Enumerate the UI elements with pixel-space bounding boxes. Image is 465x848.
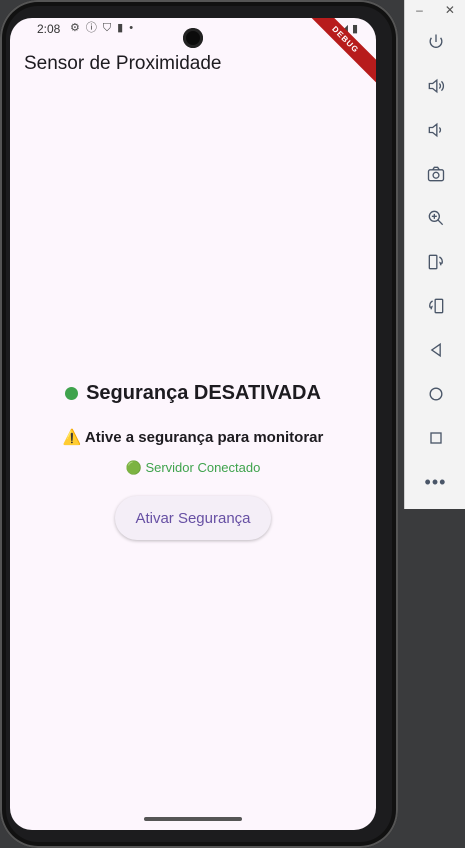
rotate-left-icon xyxy=(428,254,443,270)
phone-screen: 2:08 ⚙ ⓘ ⛉ ▮ • ▼ ◢ ▮ DEBUG Sensor de Pro… xyxy=(10,18,376,830)
home-icon xyxy=(429,387,442,401)
front-camera xyxy=(183,28,203,48)
security-status-row: Segurança DESATIVADA xyxy=(10,378,376,408)
volume-down-icon xyxy=(428,122,441,138)
zoom-icon xyxy=(428,210,443,226)
warning-message: ⚠️ Ative a segurança para monitorar xyxy=(62,429,324,446)
volume-up-icon xyxy=(428,78,444,94)
server-status: 🟢 Servidor Conectado xyxy=(125,460,261,475)
rotate-left-button[interactable] xyxy=(405,240,465,284)
rotate-right-icon xyxy=(428,298,443,314)
battery-icon: ▮ xyxy=(351,23,358,35)
emulator-toolbar: – ✕ ••• xyxy=(404,0,465,509)
zoom-button[interactable] xyxy=(405,196,465,240)
security-status-title: Segurança DESATIVADA xyxy=(86,381,321,404)
camera-icon xyxy=(427,166,444,182)
phone-frame: 2:08 ⚙ ⓘ ⛉ ▮ • ▼ ◢ ▮ DEBUG Sensor de Pro… xyxy=(0,0,398,848)
power-button[interactable] xyxy=(405,20,465,64)
info-icon: ⓘ xyxy=(85,22,97,34)
power-icon xyxy=(429,34,442,48)
close-icon[interactable]: ✕ xyxy=(445,3,455,17)
overview-button[interactable] xyxy=(405,416,465,460)
minimize-icon[interactable]: – xyxy=(416,3,423,17)
activate-security-button[interactable]: Ativar Segurança xyxy=(115,496,271,540)
status-time: 2:08 xyxy=(37,22,61,36)
back-icon xyxy=(430,342,441,358)
status-dot-icon xyxy=(65,386,79,400)
shield-icon: ⛉ xyxy=(102,22,112,34)
more-icon: ••• xyxy=(424,471,447,492)
dot-icon: • xyxy=(129,22,134,34)
app-title: Sensor de Proximidade xyxy=(24,53,222,74)
main-content: Segurança DESATIVADA ⚠️ Ative a seguranç… xyxy=(10,378,376,540)
rotate-right-button[interactable] xyxy=(405,284,465,328)
volume-up-button[interactable] xyxy=(405,64,465,108)
sim-icon: ▮ xyxy=(117,22,124,34)
volume-down-button[interactable] xyxy=(405,108,465,152)
screenshot-button[interactable] xyxy=(405,152,465,196)
status-icons: ⚙ ⓘ ⛉ ▮ • xyxy=(70,21,133,35)
home-button[interactable] xyxy=(405,372,465,416)
home-gesture-bar[interactable] xyxy=(144,817,242,821)
gear-icon: ⚙ xyxy=(70,22,80,34)
more-button[interactable]: ••• xyxy=(405,460,465,504)
back-button[interactable] xyxy=(405,328,465,372)
overview-icon xyxy=(429,432,442,444)
toolbar-window-controls: – ✕ xyxy=(405,0,465,20)
